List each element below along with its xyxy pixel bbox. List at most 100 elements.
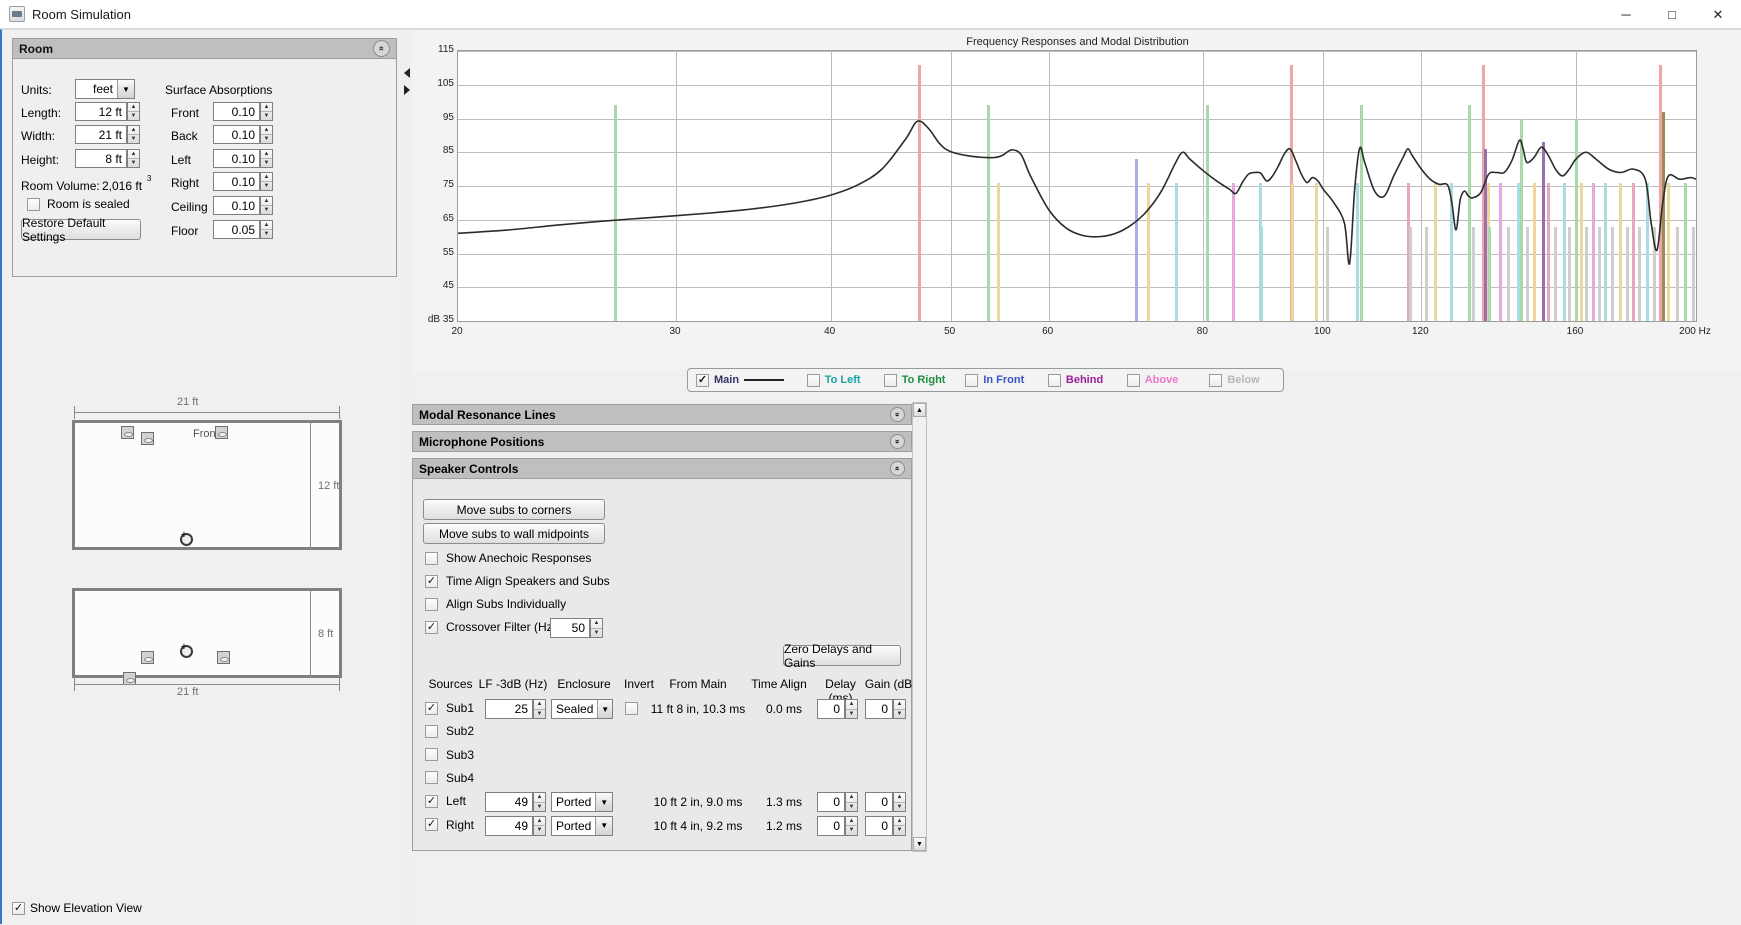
pane-splitter[interactable] <box>402 30 412 925</box>
lf-cutoff-stepper[interactable]: ▲ ▼ <box>533 792 546 813</box>
splitter-collapse-left-icon[interactable] <box>404 68 410 78</box>
source-enable-checkbox[interactable]: ✓ <box>425 701 438 715</box>
show-anechoic-checkbox[interactable] <box>425 551 438 565</box>
delay-input[interactable]: 0 <box>817 792 845 813</box>
room-sealed-row[interactable]: Room is sealed <box>27 197 130 211</box>
table-row[interactable]: ✓ Right <box>425 818 474 832</box>
absorption-input-back[interactable]: 0.10 <box>213 125 260 144</box>
scroll-down-icon[interactable]: ▼ <box>913 837 926 851</box>
show-elevation-row[interactable]: ✓ Show Elevation View <box>12 901 142 915</box>
crossover-stepper[interactable]: ▲ ▼ <box>590 618 603 638</box>
chevron-up-icon[interactable]: « <box>373 40 390 57</box>
absorption-input-front[interactable]: 0.10 <box>213 102 260 121</box>
absorption-input-ceiling[interactable]: 0.10 <box>213 196 260 215</box>
stepper-up-icon[interactable]: ▲ <box>534 793 545 803</box>
lf-cutoff-input[interactable]: 49 <box>485 815 533 836</box>
stepper-up-icon[interactable]: ▲ <box>128 103 139 112</box>
lf-cutoff-input[interactable]: 25 <box>485 699 533 719</box>
time-align-checkbox[interactable]: ✓ <box>425 574 438 588</box>
maximize-button[interactable]: □ <box>1649 0 1695 29</box>
move-subs-to-corners-button[interactable]: Move subs to corners <box>423 499 605 520</box>
legend-checkbox[interactable]: ✓ <box>696 373 709 387</box>
chevron-down-icon[interactable]: » <box>890 407 905 422</box>
stepper-up-icon[interactable]: ▲ <box>846 817 857 826</box>
stepper-down-icon[interactable]: ▼ <box>128 112 139 120</box>
table-row[interactable]: Sub2 <box>425 724 474 738</box>
delay-input[interactable]: 0 <box>817 699 845 719</box>
gain-input[interactable]: 0 <box>865 699 893 719</box>
units-select[interactable]: feet ▼ <box>75 79 135 99</box>
chevron-up-icon[interactable]: « <box>890 461 905 476</box>
legend-item-to-right[interactable]: To Right <box>883 373 966 387</box>
width-input[interactable]: 21 ft <box>75 125 127 144</box>
legend-checkbox[interactable] <box>965 373 979 387</box>
legend-item-to-left[interactable]: To Left <box>806 373 884 387</box>
height-input[interactable]: 8 ft <box>75 149 127 168</box>
chevron-down-icon[interactable]: ▼ <box>595 816 612 835</box>
stepper-up-icon[interactable]: ▲ <box>846 700 857 710</box>
table-row[interactable]: Sub3 <box>425 748 474 762</box>
stepper-up-icon[interactable]: ▲ <box>894 817 905 826</box>
legend-item-below[interactable]: Below <box>1209 373 1275 387</box>
gain-stepper[interactable]: ▲ ▼ <box>893 815 906 836</box>
absorption-input-left[interactable]: 0.10 <box>213 149 260 168</box>
legend-item-above[interactable]: Above <box>1126 373 1210 387</box>
absorption-stepper-back[interactable]: ▲ ▼ <box>260 125 273 144</box>
align-individually-checkbox[interactable] <box>425 597 438 611</box>
stepper-down-icon[interactable]: ▼ <box>894 803 905 812</box>
legend-item-main[interactable]: ✓ Main <box>696 373 807 387</box>
panel-header-modal-resonance[interactable]: Modal Resonance Lines » <box>412 404 912 425</box>
length-stepper[interactable]: ▲ ▼ <box>127 102 140 121</box>
scroll-up-icon[interactable]: ▲ <box>913 403 926 417</box>
enclosure-select[interactable]: Ported ▼ <box>551 792 613 813</box>
legend-checkbox[interactable] <box>1047 373 1061 387</box>
speaker-plan-left[interactable] <box>121 426 134 439</box>
absorption-stepper-floor[interactable]: ▲ ▼ <box>260 220 273 239</box>
legend-item-in-front[interactable]: In Front <box>965 373 1048 387</box>
stepper-up-icon[interactable]: ▲ <box>128 126 139 135</box>
room-sealed-checkbox[interactable] <box>27 197 40 211</box>
stepper-down-icon[interactable]: ▼ <box>128 135 139 143</box>
length-input[interactable]: 12 ft <box>75 102 127 121</box>
microphone-plan[interactable] <box>179 531 193 546</box>
legend-checkbox[interactable] <box>883 373 897 387</box>
crossover-row[interactable]: ✓ Crossover Filter (Hz) <box>425 620 557 634</box>
chevron-down-icon[interactable]: ▼ <box>595 793 612 812</box>
source-enable-checkbox[interactable] <box>425 724 438 738</box>
time-align-row[interactable]: ✓ Time Align Speakers and Subs <box>425 574 610 588</box>
absorption-stepper-ceiling[interactable]: ▲ ▼ <box>260 196 273 215</box>
delay-stepper[interactable]: ▲ ▼ <box>845 699 858 719</box>
legend-checkbox[interactable] <box>1126 373 1140 387</box>
gain-input[interactable]: 0 <box>865 815 893 836</box>
show-elevation-checkbox[interactable]: ✓ <box>12 901 25 915</box>
stepper-up-icon[interactable]: ▲ <box>128 150 139 159</box>
panel-header-speaker-controls[interactable]: Speaker Controls « <box>412 458 912 479</box>
crossover-checkbox[interactable]: ✓ <box>425 620 438 634</box>
stepper-down-icon[interactable]: ▼ <box>128 159 139 167</box>
microphone-elev[interactable] <box>179 643 193 658</box>
zero-delays-and-gains-button[interactable]: Zero Delays and Gains <box>783 642 901 670</box>
speaker-elev-right[interactable] <box>217 651 230 664</box>
absorption-input-right[interactable]: 0.10 <box>213 172 260 191</box>
absorption-stepper-right[interactable]: ▲ ▼ <box>260 172 273 191</box>
table-row[interactable]: ✓ Left <box>425 794 466 808</box>
stepper-down-icon[interactable]: ▼ <box>534 710 545 719</box>
lf-cutoff-stepper[interactable]: ▲ ▼ <box>533 815 546 836</box>
absorption-input-floor[interactable]: 0.05 <box>213 220 260 239</box>
gain-input[interactable]: 0 <box>865 792 893 813</box>
speaker-plan-right[interactable] <box>215 426 228 439</box>
stepper-down-icon[interactable]: ▼ <box>846 826 857 835</box>
stepper-down-icon[interactable]: ▼ <box>894 826 905 835</box>
close-button[interactable]: ✕ <box>1695 0 1741 29</box>
source-enable-checkbox[interactable]: ✓ <box>425 794 438 808</box>
gain-stepper[interactable]: ▲ ▼ <box>893 699 906 719</box>
lf-cutoff-input[interactable]: 49 <box>485 792 533 813</box>
legend-checkbox[interactable] <box>1209 373 1223 387</box>
delay-stepper[interactable]: ▲ ▼ <box>845 792 858 813</box>
table-row[interactable]: ✓ Sub1 <box>425 701 474 715</box>
speaker-elev-left[interactable] <box>141 651 154 664</box>
stepper-down-icon[interactable]: ▼ <box>846 803 857 812</box>
table-row[interactable]: Sub4 <box>425 771 474 785</box>
legend-item-behind[interactable]: Behind <box>1047 373 1127 387</box>
invert-checkbox[interactable] <box>625 702 638 715</box>
